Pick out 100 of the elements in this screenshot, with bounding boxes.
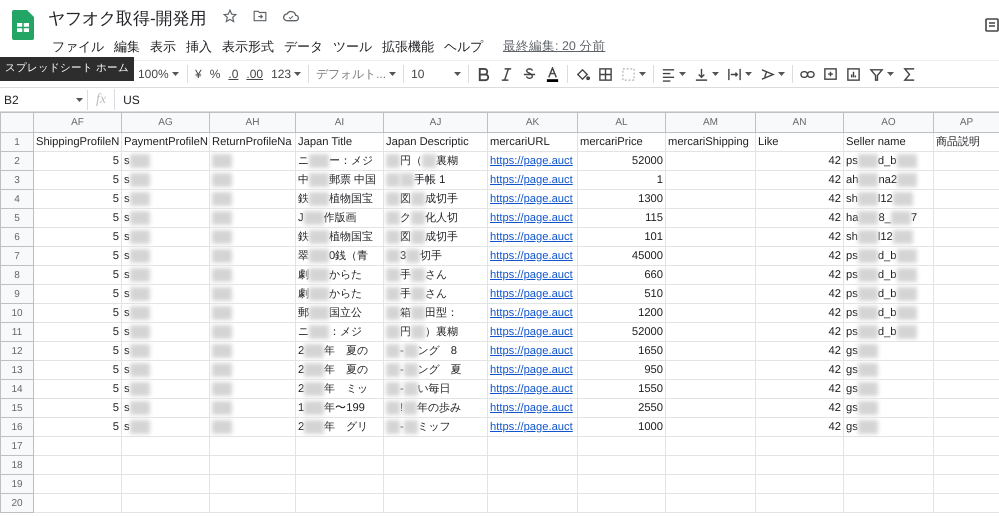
column-header[interactable]: AG [122,112,210,132]
font-dropdown[interactable]: デフォルト... [312,63,400,85]
column-header[interactable]: AM [666,112,756,132]
row-header[interactable]: 11 [0,322,34,342]
table-cell[interactable]: 5 [34,342,122,360]
row-header[interactable]: 3 [0,170,34,190]
table-cell[interactable]: 5 [34,228,122,246]
header-cell[interactable]: 商品説明 [934,132,999,152]
header-cell[interactable]: Japan Descriptic [384,132,488,152]
number-format-dropdown[interactable]: 123 [267,63,306,85]
header-cell[interactable]: mercariURL [488,132,578,152]
table-cell[interactable]: 42 [756,266,844,284]
percent-button[interactable]: % [206,63,224,85]
table-cell[interactable]: 42 [756,322,844,342]
table-cell[interactable]: 42 [756,418,844,436]
last-edit-link[interactable]: 最終編集: 20 分前 [503,36,606,56]
comments-icon[interactable] [985,18,999,32]
row-header[interactable]: 13 [0,360,34,380]
sheets-logo-icon[interactable] [12,10,34,40]
table-cell[interactable]: 5 [34,208,122,228]
row-header[interactable]: 2 [0,152,34,170]
currency-button[interactable]: ¥ [191,63,206,85]
table-cell[interactable]: 5 [34,380,122,398]
table-cell[interactable]: 5 [34,304,122,322]
column-header[interactable]: AF [34,112,122,132]
table-cell[interactable]: 42 [756,380,844,398]
column-header[interactable]: AP [934,112,999,132]
table-cell[interactable]: 42 [756,360,844,380]
column-header[interactable]: AO [844,112,934,132]
row-header[interactable]: 4 [0,190,34,208]
header-cell[interactable]: PaymentProfileN [122,132,210,152]
header-cell[interactable]: ReturnProfileNa [210,132,296,152]
table-cell[interactable]: 510 [578,284,666,304]
formula-field[interactable]: US [115,90,140,108]
column-header[interactable]: AJ [384,112,488,132]
menu-item[interactable]: データ [280,36,327,57]
row-header[interactable]: 18 [0,456,34,474]
row-header[interactable]: 15 [0,398,34,418]
decrease-decimals-button[interactable]: .0 [224,63,242,85]
font-size-dropdown[interactable]: 10 [407,63,466,85]
table-cell[interactable]: 101 [578,228,666,246]
row-header[interactable]: 16 [0,418,34,436]
column-header[interactable]: AK [488,112,578,132]
cloud-icon[interactable] [282,10,299,22]
table-cell[interactable]: 42 [756,170,844,190]
table-cell[interactable]: 42 [756,284,844,304]
menu-item[interactable]: ツール [329,36,376,57]
star-icon[interactable] [222,8,237,23]
menu-item[interactable]: 表示 [146,36,180,57]
table-cell[interactable]: 5 [34,322,122,342]
row-header[interactable]: 5 [0,208,34,228]
folder-icon[interactable] [252,10,267,22]
table-cell[interactable]: 42 [756,208,844,228]
header-cell[interactable]: ShippingProfileN [34,132,122,152]
column-header[interactable]: AI [296,112,384,132]
header-cell[interactable]: Like [756,132,844,152]
table-cell[interactable]: 2550 [578,398,666,418]
table-cell[interactable]: 5 [34,284,122,304]
table-cell[interactable]: 1300 [578,190,666,208]
row-header[interactable]: 10 [0,304,34,322]
name-box[interactable]: B2 [0,90,88,110]
header-cell[interactable]: Japan Title [296,132,384,152]
table-cell[interactable]: 950 [578,360,666,380]
table-cell[interactable]: 5 [34,360,122,380]
table-cell[interactable]: 5 [34,266,122,284]
column-header[interactable]: AL [578,112,666,132]
row-header[interactable]: 8 [0,266,34,284]
table-cell[interactable]: 42 [756,152,844,170]
row-header[interactable]: 1 [0,132,34,152]
menu-item[interactable]: ヘルプ [440,36,487,57]
menu-item[interactable]: 表示形式 [218,36,278,57]
header-cell[interactable]: mercariPrice [578,132,666,152]
table-cell[interactable]: 52000 [578,322,666,342]
row-header[interactable]: 7 [0,246,34,266]
table-cell[interactable]: 42 [756,342,844,360]
row-header[interactable]: 6 [0,228,34,246]
table-cell[interactable]: 42 [756,304,844,322]
row-header[interactable]: 14 [0,380,34,398]
column-header[interactable]: AN [756,112,844,132]
table-cell[interactable]: 42 [756,190,844,208]
row-header[interactable]: 17 [0,436,34,456]
increase-decimals-button[interactable]: .00 [242,63,268,85]
table-cell[interactable]: 1000 [578,418,666,436]
header-cell[interactable]: Seller name [844,132,934,152]
menu-item[interactable]: ファイル [48,36,108,57]
table-cell[interactable]: 5 [34,170,122,190]
table-cell[interactable]: 52000 [578,152,666,170]
table-cell[interactable]: 5 [34,398,122,418]
column-header[interactable]: AH [210,112,296,132]
table-cell[interactable]: 115 [578,208,666,228]
menu-item[interactable]: 編集 [110,36,144,57]
table-cell[interactable]: 1550 [578,380,666,398]
menu-item[interactable]: 挿入 [182,36,216,57]
table-cell[interactable]: 42 [756,228,844,246]
table-cell[interactable]: 5 [34,246,122,266]
row-header[interactable]: 12 [0,342,34,360]
table-cell[interactable]: 660 [578,266,666,284]
row-header[interactable]: 19 [0,474,34,494]
zoom-dropdown[interactable]: 100% [134,63,184,85]
table-cell[interactable]: 1 [578,170,666,190]
